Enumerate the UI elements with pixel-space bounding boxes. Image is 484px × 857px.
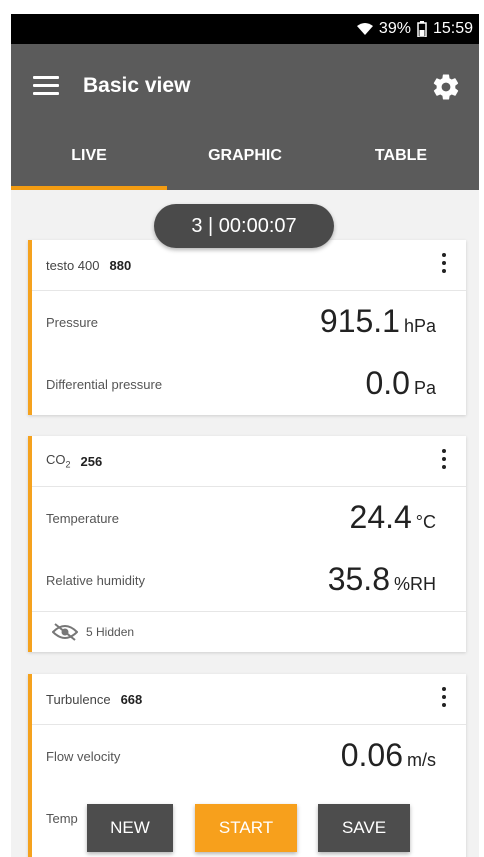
reading-label: Differential pressure bbox=[46, 377, 163, 392]
new-button[interactable]: NEW bbox=[87, 804, 173, 852]
battery-percent: 39% bbox=[378, 20, 411, 37]
menu-icon[interactable] bbox=[33, 76, 59, 98]
reading-unit: °C bbox=[415, 512, 436, 532]
reading-row: Flow velocity 0.06 m/s bbox=[32, 725, 466, 787]
hidden-readings-toggle[interactable]: 5 Hidden bbox=[32, 611, 466, 652]
probe-card-testo-400: testo 400 880 Pressure 915.1 hPa Differen… bbox=[28, 240, 466, 415]
more-options-icon[interactable] bbox=[440, 253, 448, 277]
reading-unit: Pa bbox=[413, 378, 436, 398]
device-name: CO2 bbox=[46, 452, 71, 470]
device-name: testo 400 bbox=[46, 257, 100, 273]
wifi-icon bbox=[356, 23, 373, 35]
reading-number: 915.1 bbox=[319, 303, 400, 339]
eye-off-icon bbox=[52, 623, 78, 641]
reading-value: 35.8 %RH bbox=[328, 561, 436, 598]
reading-number: 0.0 bbox=[365, 365, 410, 401]
save-button[interactable]: SAVE bbox=[318, 804, 410, 852]
card-header: CO2 256 bbox=[32, 436, 466, 487]
device-serial: 256 bbox=[80, 453, 103, 469]
gear-icon[interactable] bbox=[431, 72, 461, 102]
start-button[interactable]: START bbox=[195, 804, 297, 852]
clock: 15:59 bbox=[432, 20, 473, 37]
reading-unit: m/s bbox=[407, 750, 436, 770]
reading-row: Differential pressure 0.0 Pa bbox=[32, 353, 466, 415]
hidden-count: 5 Hidden bbox=[86, 625, 135, 639]
battery-icon bbox=[417, 21, 427, 37]
tab-graphic[interactable]: GRAPHIC bbox=[167, 132, 323, 190]
more-options-icon[interactable] bbox=[440, 687, 448, 711]
reading-label: Relative humidity bbox=[46, 573, 145, 588]
reading-label: Temp bbox=[46, 811, 78, 826]
measurement-timer: 3 | 00:00:07 bbox=[154, 204, 334, 248]
device-name: Turbulence bbox=[46, 691, 111, 707]
phone-screen: 39% 15:59 Basic view LIVE GRAPHIC TABLE … bbox=[11, 14, 479, 857]
tab-live[interactable]: LIVE bbox=[11, 132, 167, 190]
device-serial: 880 bbox=[109, 257, 132, 273]
reading-value: 24.4 °C bbox=[350, 499, 436, 536]
reading-label: Temperature bbox=[46, 511, 119, 526]
tab-table[interactable]: TABLE bbox=[323, 132, 479, 190]
reading-value: 0.06 m/s bbox=[341, 737, 436, 774]
reading-value: 915.1 hPa bbox=[320, 303, 436, 340]
page-title: Basic view bbox=[83, 74, 191, 97]
tab-bar: LIVE GRAPHIC TABLE bbox=[11, 132, 479, 190]
reading-unit: hPa bbox=[403, 316, 436, 336]
reading-label: Pressure bbox=[46, 315, 99, 330]
reading-number: 35.8 bbox=[327, 561, 390, 597]
reading-row: Relative humidity 35.8 %RH bbox=[32, 549, 466, 611]
reading-label: Flow velocity bbox=[46, 749, 121, 764]
reading-number: 0.06 bbox=[340, 737, 403, 773]
more-options-icon[interactable] bbox=[440, 449, 448, 473]
reading-row: Temperature 24.4 °C bbox=[32, 487, 466, 549]
device-serial: 668 bbox=[120, 691, 143, 707]
reading-number: 24.4 bbox=[349, 499, 412, 535]
card-header: Turbulence 668 bbox=[32, 674, 466, 725]
reading-row: Pressure 915.1 hPa bbox=[32, 291, 466, 353]
probe-card-co2: CO2 256 Temperature 24.4 °C Relative humi… bbox=[28, 436, 466, 652]
reading-unit: %RH bbox=[393, 574, 436, 594]
status-bar: 39% 15:59 bbox=[11, 14, 479, 44]
reading-value: 0.0 Pa bbox=[365, 365, 436, 402]
app-bar: Basic view bbox=[11, 44, 479, 132]
